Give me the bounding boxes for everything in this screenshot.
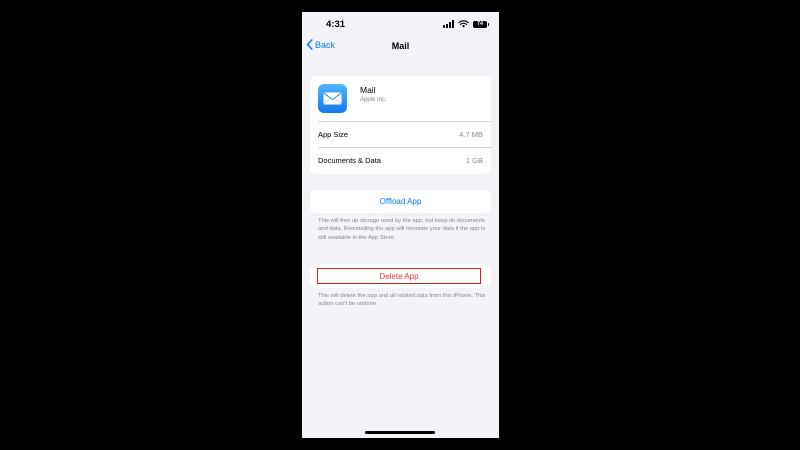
status-icons: 74 bbox=[443, 20, 489, 28]
status-time: 4:31 bbox=[326, 19, 346, 30]
delete-app-button[interactable]: Delete App bbox=[317, 268, 481, 284]
home-indicator[interactable] bbox=[365, 431, 435, 434]
delete-card: Delete App bbox=[310, 264, 491, 288]
app-vendor: Apple Inc. bbox=[360, 97, 387, 103]
documents-data-label: Documents & Data bbox=[318, 156, 381, 165]
app-size-value: 4.7 MB bbox=[459, 130, 483, 139]
page-title: Mail bbox=[391, 41, 410, 51]
battery-icon: 74 bbox=[473, 20, 489, 28]
offload-app-button[interactable]: Offload App bbox=[310, 190, 491, 213]
offload-description: This will free up storage used by the ap… bbox=[318, 218, 486, 241]
status-bar: 4:31 74 bbox=[302, 12, 499, 38]
app-size-label: App Size bbox=[318, 130, 349, 139]
mail-app-icon bbox=[318, 84, 347, 113]
mail-envelope-icon bbox=[323, 92, 342, 105]
app-size-row: App Size 4.7 MB bbox=[318, 121, 491, 147]
documents-data-value: 1 GB bbox=[465, 156, 483, 165]
documents-data-row: Documents & Data 1 GB bbox=[318, 147, 491, 173]
navigation-bar: Back Mail bbox=[302, 38, 499, 58]
app-info-card: Mail Apple Inc. App Size 4.7 MB Document… bbox=[310, 76, 491, 174]
delete-description: This will delete the app and all related… bbox=[318, 293, 486, 308]
app-header: Mail Apple Inc. bbox=[310, 76, 491, 121]
cellular-signal-icon bbox=[443, 20, 454, 28]
app-name: Mail bbox=[360, 85, 376, 95]
wifi-icon bbox=[458, 20, 469, 28]
offload-card: Offload App bbox=[310, 190, 491, 213]
phone-screen: 4:31 74 Back Mail Mail Apple Inc. App Si… bbox=[302, 12, 499, 438]
